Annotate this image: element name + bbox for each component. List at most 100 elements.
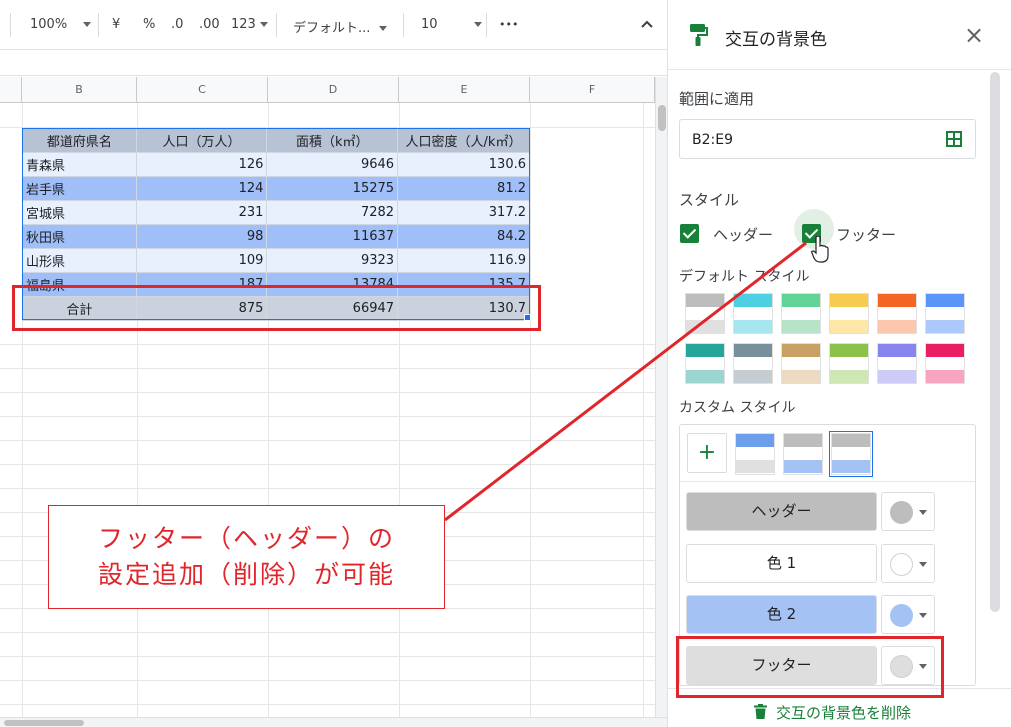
table-cell[interactable]: 7282 xyxy=(266,200,399,225)
table-cell[interactable]: 124 xyxy=(135,176,268,201)
fill-handle[interactable] xyxy=(524,314,531,321)
data-table[interactable]: 都道府県名 人口（万人） 面積（k㎡） 人口密度（人/k㎡） 青森県 126 9… xyxy=(22,128,530,321)
header-color-picker[interactable] xyxy=(881,492,935,531)
table-cell[interactable]: 15275 xyxy=(266,176,399,201)
column-header-c[interactable]: C xyxy=(137,77,268,103)
column-header-f[interactable]: F xyxy=(530,77,655,103)
table-cell[interactable]: 98 xyxy=(135,224,268,249)
table-cell[interactable]: 福島県 xyxy=(22,272,137,297)
trash-icon[interactable] xyxy=(754,704,767,719)
table-footer-cell[interactable]: 875 xyxy=(135,296,268,321)
scrollbar-thumb[interactable] xyxy=(658,105,666,131)
table-cell[interactable]: 126 xyxy=(135,152,268,177)
panel-scrollbar[interactable] xyxy=(990,72,1000,612)
table-cell[interactable]: 317.2 xyxy=(397,200,530,225)
custom-style-swatch[interactable] xyxy=(735,433,775,475)
decrease-decimal-label: .0 xyxy=(171,17,184,32)
default-style-swatch[interactable] xyxy=(685,343,725,384)
font-size-select[interactable]: 10 xyxy=(421,17,482,32)
grid-line xyxy=(0,344,655,345)
table-cell[interactable]: 109 xyxy=(135,248,268,273)
column-header-d[interactable]: D xyxy=(268,77,399,103)
table-cell[interactable]: 187 xyxy=(135,272,268,297)
table-cell[interactable]: 11637 xyxy=(266,224,399,249)
collapse-toolbar-icon[interactable] xyxy=(640,19,654,29)
table-row[interactable]: 福島県 187 13784 135.7 xyxy=(22,272,530,297)
header-checkbox[interactable] xyxy=(680,224,699,243)
color-1-button[interactable]: 色 1 xyxy=(686,544,877,583)
decrease-decimal-button[interactable]: .0 xyxy=(171,17,183,32)
grid-vertical-scrollbar[interactable] xyxy=(655,77,667,717)
table-cell[interactable]: 81.2 xyxy=(397,176,530,201)
table-cell[interactable]: 130.6 xyxy=(397,152,530,177)
table-cell[interactable]: 岩手県 xyxy=(22,176,137,201)
column-header-b[interactable]: B xyxy=(22,77,137,103)
table-cell[interactable]: 135.7 xyxy=(397,272,530,297)
table-cell[interactable]: 9323 xyxy=(266,248,399,273)
grid-horizontal-scrollbar[interactable] xyxy=(0,717,667,727)
default-style-swatch[interactable] xyxy=(829,293,869,334)
header-color-button[interactable]: ヘッダー xyxy=(686,492,877,531)
default-style-swatch[interactable] xyxy=(877,293,917,334)
table-footer-cell[interactable]: 66947 xyxy=(266,296,399,321)
default-style-swatch[interactable] xyxy=(781,343,821,384)
table-row[interactable]: 青森県 126 9646 130.6 xyxy=(22,152,530,177)
footer-color-button[interactable]: フッター xyxy=(686,646,877,685)
table-header-row[interactable]: 都道府県名 人口（万人） 面積（k㎡） 人口密度（人/k㎡） xyxy=(22,128,530,153)
color-2-button[interactable]: 色 2 xyxy=(686,595,877,634)
table-cell[interactable]: 山形県 xyxy=(22,248,137,273)
table-cell[interactable]: 9646 xyxy=(266,152,399,177)
corner-header[interactable] xyxy=(0,77,22,103)
annotation-callout: フッター（ヘッダー）の 設定追加（削除）が可能 xyxy=(48,505,445,609)
table-header-cell[interactable]: 人口密度（人/k㎡） xyxy=(397,128,530,153)
table-cell[interactable]: 116.9 xyxy=(397,248,530,273)
more-formats-button[interactable]: 123 xyxy=(231,17,268,32)
default-style-swatch[interactable] xyxy=(733,343,773,384)
currency-format-button[interactable]: ¥ xyxy=(112,17,120,32)
default-styles-label: デフォルト スタイル xyxy=(679,269,810,285)
table-footer-cell[interactable]: 合計 xyxy=(22,296,137,321)
scrollbar-thumb[interactable] xyxy=(4,720,84,726)
default-style-swatch[interactable] xyxy=(925,343,965,384)
default-style-swatch[interactable] xyxy=(829,343,869,384)
table-cell[interactable]: 宮城県 xyxy=(22,200,137,225)
select-range-grid-icon[interactable] xyxy=(946,131,962,147)
table-cell[interactable]: 秋田県 xyxy=(22,224,137,249)
default-style-swatch[interactable] xyxy=(877,343,917,384)
table-row[interactable]: 宮城県 231 7282 317.2 xyxy=(22,200,530,225)
header-checkbox-label: ヘッダー xyxy=(713,226,774,244)
font-select[interactable]: デフォルト... xyxy=(293,17,387,36)
default-style-swatch[interactable] xyxy=(925,293,965,334)
add-custom-style-button[interactable]: + xyxy=(687,433,727,473)
table-header-cell[interactable]: 面積（k㎡） xyxy=(266,128,399,153)
table-header-cell[interactable]: 人口（万人） xyxy=(135,128,268,153)
column-header-e[interactable]: E xyxy=(399,77,530,103)
default-style-swatch[interactable] xyxy=(685,293,725,334)
table-footer-cell[interactable]: 130.7 xyxy=(397,296,530,321)
color-2-picker[interactable] xyxy=(881,595,935,634)
table-cell[interactable]: 84.2 xyxy=(397,224,530,249)
default-style-swatch[interactable] xyxy=(781,293,821,334)
table-row[interactable]: 岩手県 124 15275 81.2 xyxy=(22,176,530,201)
close-icon[interactable]: × xyxy=(964,23,984,47)
table-cell[interactable]: 13784 xyxy=(266,272,399,297)
table-row[interactable]: 山形県 109 9323 116.9 xyxy=(22,248,530,273)
table-row[interactable]: 秋田県 98 11637 84.2 xyxy=(22,224,530,249)
range-input[interactable]: B2:E9 xyxy=(679,119,976,159)
percent-format-button[interactable]: % xyxy=(143,17,155,32)
zoom-select[interactable]: 100% xyxy=(30,17,92,32)
default-style-swatch[interactable] xyxy=(733,293,773,334)
increase-decimal-button[interactable]: .00 xyxy=(199,17,220,32)
table-footer-row[interactable]: 合計 875 66947 130.7 xyxy=(22,296,530,321)
custom-style-swatch[interactable] xyxy=(783,433,823,475)
table-cell[interactable]: 231 xyxy=(135,200,268,225)
remove-alternating-colors-link[interactable]: 交互の背景色を削除 xyxy=(776,702,911,723)
alternating-colors-panel: 交互の背景色 × 範囲に適用 B2:E9 スタイル ヘッダー フッター デフォル… xyxy=(667,0,1011,727)
chevron-down-icon xyxy=(919,510,927,515)
color-1-picker[interactable] xyxy=(881,544,935,583)
custom-style-swatch-selected[interactable] xyxy=(829,431,873,477)
more-icon[interactable]: ••• xyxy=(499,18,518,31)
table-header-cell[interactable]: 都道府県名 xyxy=(22,128,137,153)
table-cell[interactable]: 青森県 xyxy=(22,152,137,177)
footer-color-picker[interactable] xyxy=(881,646,935,685)
